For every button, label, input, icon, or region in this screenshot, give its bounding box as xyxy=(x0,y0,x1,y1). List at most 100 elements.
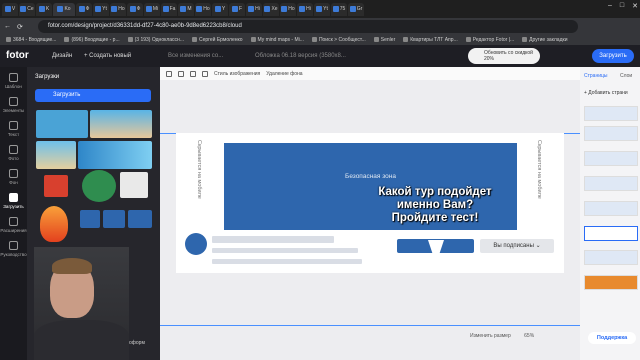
zoom-level[interactable]: 65% xyxy=(524,333,534,339)
browser-tab[interactable]: Ho xyxy=(280,2,296,16)
browser-tab[interactable]: V xyxy=(2,2,18,16)
minimize-icon[interactable]: – xyxy=(608,2,612,10)
rail-item-icon xyxy=(9,121,18,130)
fotor-logo[interactable]: fotor xyxy=(6,50,29,61)
page-thumbnail[interactable] xyxy=(584,250,638,265)
design-menu[interactable]: Дизайн xyxy=(52,53,72,59)
page-thumbnail[interactable] xyxy=(584,106,638,121)
bookmark-favicon-icon xyxy=(127,37,133,43)
page-thumbnail[interactable] xyxy=(584,151,638,166)
browser-tab[interactable]: Fa xyxy=(161,2,177,16)
overlay-headline[interactable]: Какой тур подойдет именно Вам? Пройдите … xyxy=(370,186,500,225)
upload-thumbnail[interactable] xyxy=(36,141,76,169)
rail-item-icon xyxy=(9,145,18,154)
tab-layers[interactable]: Слои xyxy=(620,73,632,79)
browser-tab[interactable]: Ф xyxy=(127,2,143,16)
browser-tab[interactable]: Ce xyxy=(19,2,35,16)
browser-tab[interactable]: Ho xyxy=(195,2,211,16)
bookmark-item[interactable]: 3684 - Входящие... xyxy=(6,37,56,43)
reload-icon[interactable]: ⟳ xyxy=(17,23,23,31)
page-thumbnail[interactable] xyxy=(584,126,638,141)
browser-tab[interactable]: Hi xyxy=(246,2,262,16)
page-thumbnail-selected[interactable] xyxy=(584,226,638,241)
bookmark-item[interactable]: My mind maps - Mi... xyxy=(250,37,304,43)
rail-item[interactable]: Текст xyxy=(0,121,27,137)
bookmark-favicon-icon xyxy=(373,37,379,43)
remove-background-button[interactable]: Удаление фона xyxy=(266,71,302,77)
fire-icon[interactable] xyxy=(40,206,68,242)
bookmark-item[interactable]: Другие закладки xyxy=(522,37,567,43)
bookmark-item[interactable]: (896) Входящие - р... xyxy=(64,37,120,43)
back-icon[interactable]: ← xyxy=(4,23,11,30)
browser-tab[interactable]: Yt xyxy=(314,2,330,16)
bookmark-item[interactable]: Поиск > Сообщест... xyxy=(311,37,366,43)
browser-tab[interactable]: Yt xyxy=(93,2,109,16)
create-new-button[interactable]: + Создать новый xyxy=(84,53,131,59)
browser-tab[interactable]: Ko xyxy=(53,2,75,16)
upload-thumbnail[interactable] xyxy=(80,210,100,228)
tab-title: Ho xyxy=(288,6,295,12)
bookmark-item[interactable]: Квартиры ТЛТ Апр... xyxy=(403,37,458,43)
bookmark-item[interactable]: Senler xyxy=(373,37,396,43)
crop-icon[interactable] xyxy=(178,70,184,77)
upload-thumbnail[interactable] xyxy=(78,141,152,169)
tab-favicon-icon xyxy=(332,6,339,12)
upload-thumbnail[interactable] xyxy=(90,110,152,138)
browser-tab[interactable]: F xyxy=(229,2,245,16)
close-icon[interactable]: ✕ xyxy=(632,2,638,10)
browser-tab[interactable]: K xyxy=(36,2,52,16)
tab-pages[interactable]: Страницы xyxy=(584,73,607,79)
gift-icon[interactable] xyxy=(44,175,68,197)
page-thumbnail[interactable] xyxy=(584,201,638,216)
resize-button[interactable]: Изменить размер xyxy=(470,333,511,339)
rail-item[interactable]: Элементы xyxy=(0,97,27,113)
upload-button[interactable]: Загрузить xyxy=(592,49,634,63)
maximize-icon[interactable]: □ xyxy=(620,2,624,10)
rail-item[interactable]: Шаблон xyxy=(0,73,27,89)
select-icon[interactable] xyxy=(166,70,172,77)
browser-tab[interactable]: Ho xyxy=(110,2,126,16)
upload-thumbnail[interactable] xyxy=(103,210,125,228)
browser-tab[interactable]: Xe xyxy=(263,2,279,16)
panel-upload-button[interactable]: Загрузить xyxy=(35,89,151,102)
browser-tab[interactable]: Mi xyxy=(144,2,160,16)
browser-tab[interactable]: 75 xyxy=(331,2,347,16)
upload-thumbnail[interactable] xyxy=(128,210,152,228)
rail-item[interactable]: Загрузить xyxy=(0,193,27,209)
browser-tab[interactable]: Gr xyxy=(348,2,364,16)
tab-title: K xyxy=(45,6,50,12)
browser-tab[interactable]: Hi xyxy=(297,2,313,16)
tab-title: Yt xyxy=(323,6,328,12)
add-page-button[interactable]: + Добавить страни xyxy=(584,90,638,100)
avatar-sticker[interactable] xyxy=(82,170,116,202)
tab-title: Hi xyxy=(306,6,311,12)
tab-favicon-icon xyxy=(231,6,238,12)
support-button[interactable]: Поддержка xyxy=(588,332,636,344)
adjust-icon[interactable] xyxy=(202,70,208,77)
browser-tab[interactable]: Ф xyxy=(76,2,92,16)
project-title[interactable]: Обложка 06.18 версия (3580х8... xyxy=(255,53,346,59)
rail-item[interactable]: Расширения xyxy=(0,217,27,233)
tab-title: Ф xyxy=(85,6,90,12)
browser-tab[interactable]: Y xyxy=(212,2,228,16)
upload-thumbnail[interactable] xyxy=(36,110,88,138)
page-thumbnail[interactable] xyxy=(584,176,638,191)
subscribed-button[interactable]: Вы подписаны ⌄ xyxy=(480,239,554,253)
browser-tab[interactable]: M xyxy=(178,2,194,16)
url-field[interactable]: fotor.com/design/project/d36331dd-df27-4… xyxy=(38,20,578,33)
bookmark-item[interactable]: Редактор Fotor |... xyxy=(465,37,514,43)
rail-item[interactable]: Фото xyxy=(0,145,27,161)
rail-item[interactable]: Руководство xyxy=(0,241,27,257)
rail-item-icon xyxy=(9,217,18,226)
page-thumbnail[interactable] xyxy=(584,275,638,290)
bookmark-label: Senler xyxy=(380,37,396,43)
calendar-icon[interactable] xyxy=(120,172,148,198)
bookmark-item[interactable]: Сергей Ермоленко xyxy=(191,37,243,43)
panel-footer-label: оформ xyxy=(129,340,145,346)
rail-item[interactable]: Фон xyxy=(0,169,27,185)
safe-zone-label: Безопасная зона xyxy=(345,173,396,180)
bookmark-item[interactable]: (3 193) Одноклассн... xyxy=(127,37,184,43)
image-style-button[interactable]: Стиль изображения xyxy=(214,71,260,77)
filter-icon[interactable] xyxy=(190,70,196,77)
upgrade-promo[interactable]: Обновить со скидкой 20% xyxy=(468,48,540,64)
